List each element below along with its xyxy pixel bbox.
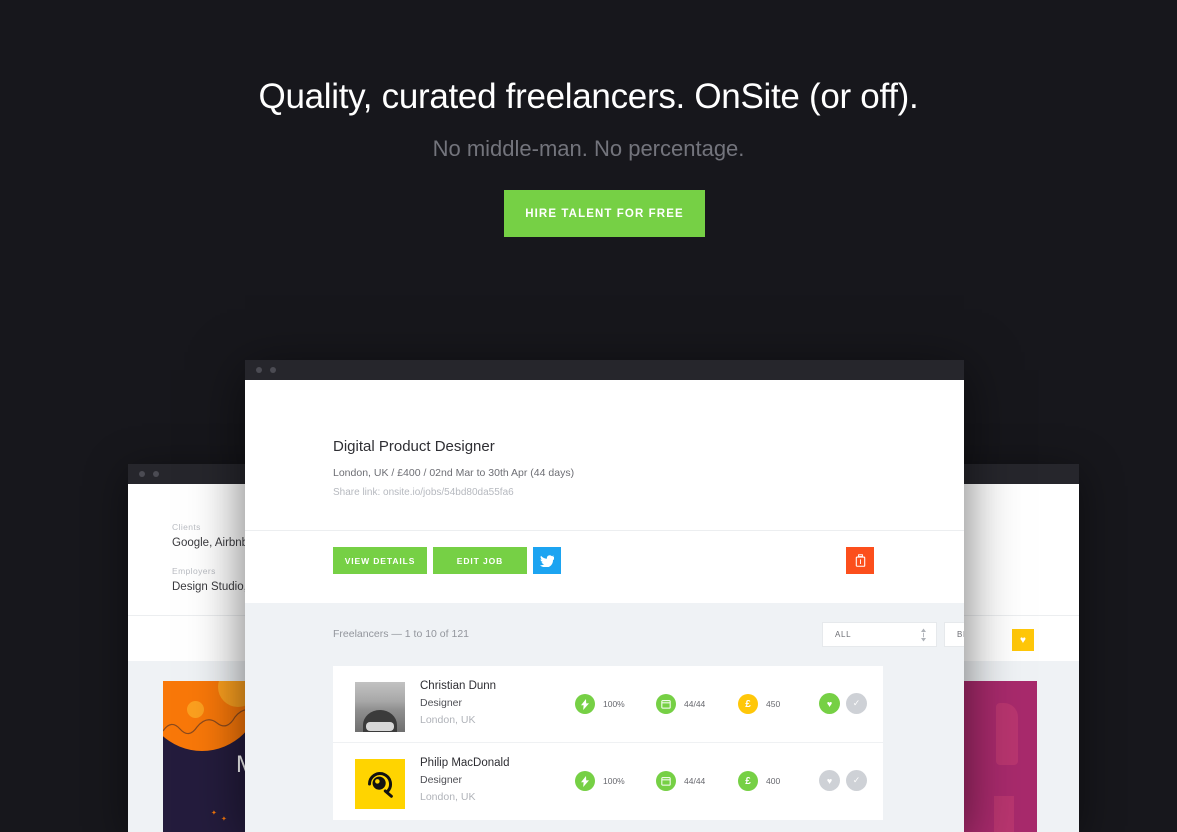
calendar-icon <box>656 694 676 714</box>
star-icon-2: ✦ <box>221 816 227 823</box>
avatar-logo <box>355 759 405 809</box>
promo-card-left[interactable]: M ✦ ✦ <box>163 681 258 832</box>
front-window-titlebar <box>245 360 964 380</box>
stat-availability: 44/44 <box>656 694 705 714</box>
stat-day-rate: £ 450 <box>738 694 780 714</box>
sort-select[interactable]: BEST MATCH <box>944 622 964 647</box>
hero-subtitle: No middle-man. No percentage. <box>432 136 745 161</box>
stepper-arrows-icon <box>921 628 926 642</box>
stat-availability-value: 44/44 <box>684 776 706 786</box>
freelancer-location: London, UK <box>420 791 476 803</box>
job-detail-window: Digital Product Designer London, UK / £4… <box>245 360 964 832</box>
stat-response-value: 100% <box>603 776 625 786</box>
row-actions: ♥ ✓ <box>819 770 867 791</box>
stat-day-rate-value: 400 <box>766 776 781 786</box>
hero-section: Quality, curated freelancers. OnSite (or… <box>0 0 1177 360</box>
bolt-icon <box>575 694 595 714</box>
job-title: Digital Product Designer <box>333 438 495 455</box>
freelancer-list-area: Freelancers — 1 to 10 of 121 ALL BEST MA… <box>245 603 964 832</box>
avatar <box>355 682 405 732</box>
freelancer-location: London, UK <box>420 714 476 726</box>
stat-response-rate: 100% <box>575 771 625 791</box>
row-actions: ♥ ✓ <box>819 693 867 714</box>
stat-day-rate-value: 450 <box>766 699 781 709</box>
freelancer-list-toolbar: Freelancers — 1 to 10 of 121 ALL BEST MA… <box>245 603 964 666</box>
stat-response-value: 100% <box>603 699 625 709</box>
favourite-heart-icon[interactable]: ♥ <box>1012 629 1034 651</box>
table-row[interactable]: Christian Dunn Designer London, UK 100% <box>333 666 883 743</box>
pink-shape-2 <box>994 796 1014 832</box>
page-title: Quality, curated freelancers. OnSite (or… <box>258 77 919 116</box>
view-details-button[interactable]: VIEW DETAILS <box>333 547 427 574</box>
freelancer-rows: Christian Dunn Designer London, UK 100% <box>333 666 883 820</box>
page-root: Quality, curated freelancers. OnSite (or… <box>0 0 1177 832</box>
stat-day-rate: £ 400 <box>738 771 780 791</box>
pound-icon: £ <box>738 694 758 714</box>
favourite-heart-icon[interactable]: ♥ <box>819 693 840 714</box>
freelancer-name: Philip MacDonald <box>420 757 510 769</box>
pound-icon: £ <box>738 771 758 791</box>
job-action-row: VIEW DETAILS EDIT JOB <box>245 531 964 603</box>
twitter-icon <box>540 554 554 567</box>
job-share-link[interactable]: Share link: onsite.io/jobs/54bd80da55fa6 <box>333 487 574 498</box>
delete-job-button[interactable] <box>846 547 874 574</box>
front-window-dot-minimize[interactable] <box>270 367 276 373</box>
filter-select[interactable]: ALL <box>822 622 937 647</box>
stat-response-rate: 100% <box>575 694 625 714</box>
twitter-share-button[interactable] <box>533 547 561 574</box>
freelancer-role: Designer <box>420 697 463 709</box>
avatar <box>355 759 405 809</box>
freelancer-role: Designer <box>420 774 463 786</box>
approve-check-icon[interactable]: ✓ <box>846 770 867 791</box>
filter-select-value: ALL <box>835 630 852 639</box>
squiggle-graphic <box>163 709 256 735</box>
star-icon-1: ✦ <box>211 810 217 817</box>
job-header: Digital Product Designer London, UK / £4… <box>333 438 574 498</box>
bolt-icon <box>575 771 595 791</box>
trash-icon <box>855 554 865 567</box>
freelancer-name: Christian Dunn <box>420 680 497 692</box>
sort-select-value: BEST MATCH <box>957 630 964 639</box>
front-window-dot-close[interactable] <box>256 367 262 373</box>
table-row[interactable]: Philip MacDonald Designer London, UK 100… <box>333 743 883 820</box>
favourite-heart-icon[interactable]: ♥ <box>819 770 840 791</box>
job-details: London, UK / £400 / 02nd Mar to 30th Apr… <box>333 467 575 479</box>
avatar-photo <box>355 682 405 732</box>
hire-talent-button[interactable]: HIRE TALENT FOR FREE <box>504 190 705 237</box>
edit-job-button[interactable]: EDIT JOB <box>433 547 527 574</box>
window-dot-minimize[interactable] <box>153 471 159 477</box>
eye-logo-icon <box>368 772 393 798</box>
stat-availability-value: 44/44 <box>684 699 706 709</box>
approve-check-icon[interactable]: ✓ <box>846 693 867 714</box>
calendar-icon <box>656 771 676 791</box>
freelancer-count: Freelancers — 1 to 10 of 121 <box>333 628 469 640</box>
stat-availability: 44/44 <box>656 771 705 791</box>
window-dot-close[interactable] <box>139 471 145 477</box>
pink-shape-1 <box>996 703 1018 765</box>
